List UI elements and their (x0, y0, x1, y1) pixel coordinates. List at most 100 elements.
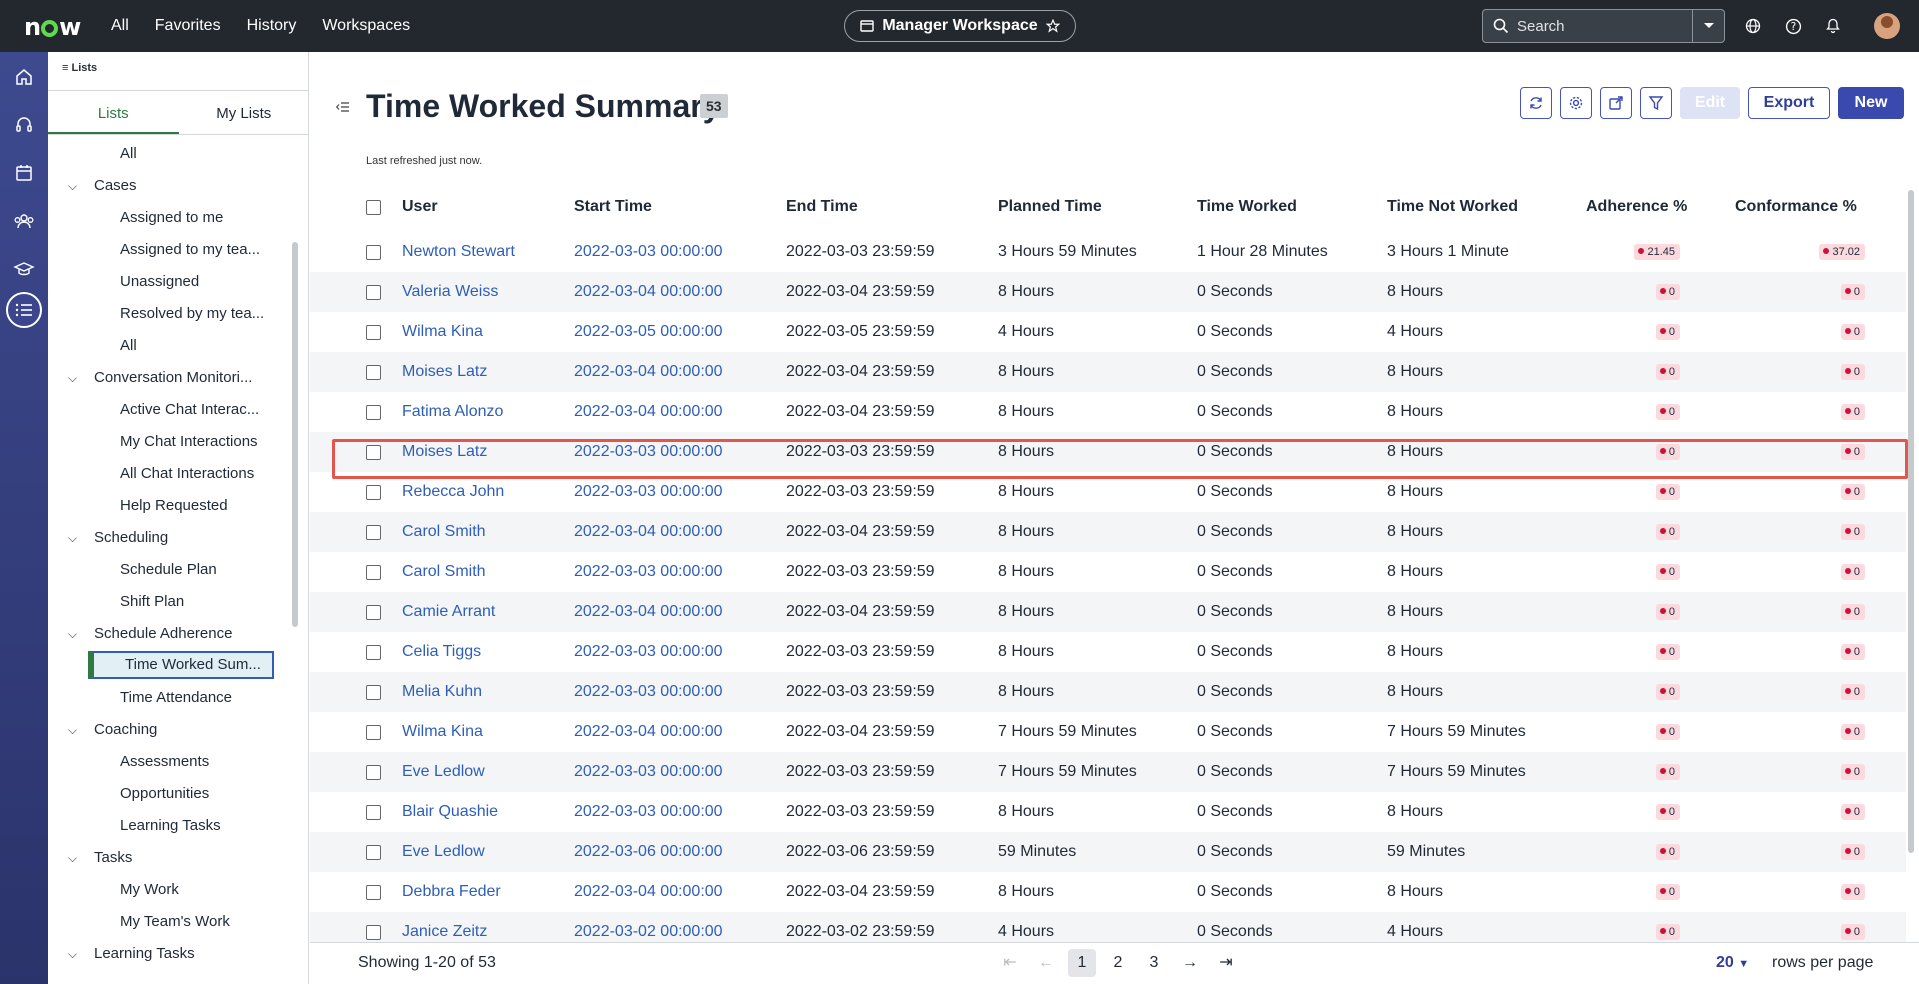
table-row[interactable]: Eve Ledlow 2022-03-03 00:00:00 2022-03-03 … (310, 752, 1906, 792)
column-header[interactable]: Time Worked (1197, 198, 1297, 216)
nav-item[interactable]: My Chat Interactions (120, 428, 280, 456)
tab-lists[interactable]: Lists (48, 91, 179, 134)
breadcrumb[interactable]: ≡ Lists (62, 62, 97, 74)
nav-favorites[interactable]: Favorites (155, 17, 221, 35)
next-page-icon[interactable]: → (1176, 949, 1204, 977)
start-time-link[interactable]: 2022-03-04 00:00:00 (574, 592, 723, 632)
row-checkbox[interactable] (366, 285, 381, 300)
row-checkbox[interactable] (366, 845, 381, 860)
search-scope-dropdown[interactable] (1692, 10, 1724, 42)
nav-group[interactable]: ⌵ Coaching (68, 716, 157, 744)
nav-item[interactable]: My Work (120, 876, 280, 904)
nav-all[interactable]: All (111, 17, 129, 35)
nav-item[interactable]: Assessments (120, 748, 280, 776)
user-link[interactable]: Camie Arrant (402, 592, 495, 632)
search-input[interactable] (1517, 17, 1682, 35)
row-checkbox[interactable] (366, 645, 381, 660)
filter-button[interactable] (1640, 87, 1672, 119)
nav-item[interactable]: Opportunities (120, 780, 280, 808)
page-2[interactable]: 2 (1104, 949, 1132, 977)
first-page-icon[interactable]: ⇤ (996, 949, 1024, 977)
user-link[interactable]: Debbra Feder (402, 872, 501, 912)
nav-item[interactable]: All Chat Interactions (120, 460, 280, 488)
row-checkbox[interactable] (366, 245, 381, 260)
nav-item[interactable]: My Team's Work (120, 908, 280, 936)
nav-history[interactable]: History (247, 17, 297, 35)
nav-item[interactable]: Schedule Plan (120, 556, 280, 584)
nav-item[interactable]: All (120, 332, 280, 360)
table-row[interactable]: Wilma Kina 2022-03-04 00:00:00 2022-03-04 … (310, 712, 1906, 752)
user-link[interactable]: Eve Ledlow (402, 752, 485, 792)
global-search[interactable] (1482, 9, 1725, 43)
nav-scrollbar[interactable] (292, 242, 298, 627)
start-time-link[interactable]: 2022-03-04 00:00:00 (574, 272, 723, 312)
table-row[interactable]: Camie Arrant 2022-03-04 00:00:00 2022-03-0… (310, 592, 1906, 632)
start-time-link[interactable]: 2022-03-03 00:00:00 (574, 672, 723, 712)
nav-item[interactable]: All (120, 140, 280, 168)
headset-icon[interactable] (12, 113, 36, 137)
nav-item-selected[interactable]: Time Worked Sum... (88, 651, 274, 679)
export-button[interactable]: Export (1748, 87, 1830, 119)
table-row[interactable]: Wilma Kina 2022-03-05 00:00:00 2022-03-05 … (310, 312, 1906, 352)
refresh-button[interactable] (1520, 87, 1552, 119)
nav-group[interactable]: ⌵ Learning Tasks (68, 940, 195, 968)
row-checkbox[interactable] (366, 885, 381, 900)
settings-button[interactable] (1560, 87, 1592, 119)
row-checkbox[interactable] (366, 485, 381, 500)
start-time-link[interactable]: 2022-03-04 00:00:00 (574, 512, 723, 552)
user-link[interactable]: Valeria Weiss (402, 272, 498, 312)
nav-item[interactable]: Assigned to me (120, 204, 280, 232)
row-checkbox[interactable] (366, 925, 381, 940)
servicenow-logo[interactable]: nw (24, 13, 81, 41)
user-link[interactable]: Wilma Kina (402, 312, 483, 352)
start-time-link[interactable]: 2022-03-03 00:00:00 (574, 232, 723, 272)
star-icon[interactable] (1045, 19, 1060, 33)
nav-item[interactable]: Assigned to my tea... (120, 236, 280, 264)
nav-item[interactable]: Shift Plan (120, 588, 280, 616)
edit-button[interactable]: Edit (1680, 87, 1740, 119)
user-link[interactable]: Wilma Kina (402, 712, 483, 752)
nav-group[interactable]: ⌵ Conversation Monitori... (68, 364, 252, 392)
start-time-link[interactable]: 2022-03-04 00:00:00 (574, 352, 723, 392)
row-checkbox[interactable] (366, 765, 381, 780)
globe-icon[interactable] (1741, 14, 1765, 38)
nav-workspaces[interactable]: Workspaces (322, 17, 410, 35)
row-checkbox[interactable] (366, 405, 381, 420)
graduation-cap-icon[interactable] (12, 257, 36, 281)
table-row[interactable]: Carol Smith 2022-03-03 00:00:00 2022-03-03… (310, 552, 1906, 592)
page-1[interactable]: 1 (1068, 949, 1096, 977)
nav-group[interactable]: ⌵ Cases (68, 172, 137, 200)
row-checkbox[interactable] (366, 365, 381, 380)
start-time-link[interactable]: 2022-03-04 00:00:00 (574, 872, 723, 912)
column-header[interactable]: Adherence % (1586, 198, 1687, 216)
column-header[interactable]: Start Time (574, 198, 652, 216)
row-checkbox[interactable] (366, 605, 381, 620)
select-all-checkbox[interactable] (366, 200, 381, 215)
user-link[interactable]: Newton Stewart (402, 232, 515, 272)
collapse-panel-icon[interactable] (335, 100, 350, 116)
user-link[interactable]: Celia Tiggs (402, 632, 481, 672)
user-link[interactable]: Eve Ledlow (402, 832, 485, 872)
rows-per-page-select[interactable]: 20 ▼ (1716, 954, 1749, 972)
start-time-link[interactable]: 2022-03-06 00:00:00 (574, 832, 723, 872)
row-checkbox[interactable] (366, 685, 381, 700)
table-scrollbar[interactable] (1908, 190, 1914, 853)
page-3[interactable]: 3 (1140, 949, 1168, 977)
user-link[interactable]: Carol Smith (402, 552, 486, 592)
start-time-link[interactable]: 2022-03-03 00:00:00 (574, 792, 723, 832)
team-icon[interactable] (12, 209, 36, 233)
nav-item[interactable]: Learning Tasks (120, 812, 280, 840)
start-time-link[interactable]: 2022-03-04 00:00:00 (574, 712, 723, 752)
home-icon[interactable] (12, 65, 36, 89)
start-time-link[interactable]: 2022-03-04 00:00:00 (574, 392, 723, 432)
table-row[interactable]: Eve Ledlow 2022-03-06 00:00:00 2022-03-06 … (310, 832, 1906, 872)
user-link[interactable]: Melia Kuhn (402, 672, 482, 712)
table-row[interactable]: Celia Tiggs 2022-03-03 00:00:00 2022-03-03… (310, 632, 1906, 672)
column-header[interactable]: User (402, 198, 438, 216)
row-checkbox[interactable] (366, 565, 381, 580)
column-header[interactable]: Time Not Worked (1387, 198, 1518, 216)
avatar[interactable] (1874, 13, 1900, 39)
prev-page-icon[interactable]: ← (1032, 949, 1060, 977)
start-time-link[interactable]: 2022-03-03 00:00:00 (574, 552, 723, 592)
nav-group[interactable]: ⌵ Schedule Adherence (68, 620, 232, 648)
